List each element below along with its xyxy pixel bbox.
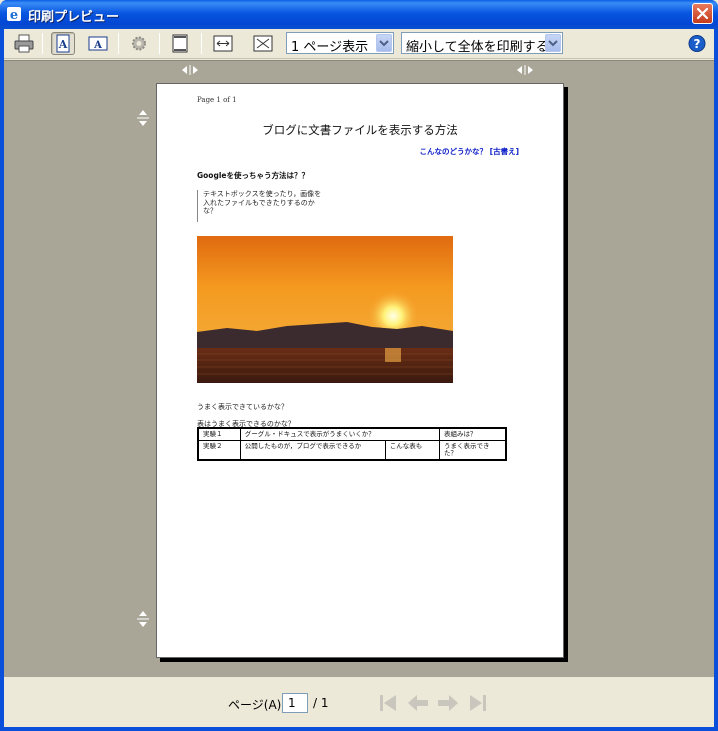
prev-page-button[interactable] <box>406 692 430 714</box>
body-text-line: うまく表示できているかな？ <box>197 403 288 411</box>
full-page-icon <box>253 35 273 52</box>
preview-area[interactable]: Page 1 of 1 ブログに文書ファイルを表示する方法 こんなのどうかな？ … <box>4 60 714 677</box>
scale-select-value: 縮小して全体を印刷する <box>406 40 549 55</box>
right-margin-handle[interactable] <box>515 65 535 78</box>
toolbar-separator <box>201 33 202 54</box>
page-total: / 1 <box>313 696 329 710</box>
full-width-icon <box>213 35 233 52</box>
chevron-down-icon[interactable] <box>376 34 392 52</box>
print-preview-window: e 印刷プレビュー A A 1 ページ表示 縮小して全体を印刷する ? Page… <box>0 0 718 731</box>
portrait-page-icon: A <box>56 34 70 53</box>
scale-select[interactable]: 縮小して全体を印刷する <box>401 32 563 55</box>
header-footer-icon <box>172 34 188 53</box>
svg-text:e: e <box>10 8 18 22</box>
toolbar-separator <box>42 33 43 54</box>
page-label: ページ(A) <box>228 698 282 712</box>
quote-box: テキストボックスを使ったり，画像を 入れたファイルもできたりするのか な？ <box>197 190 347 222</box>
document-title: ブログに文書ファイルを表示する方法 <box>262 123 458 137</box>
portrait-button[interactable]: A <box>51 32 75 55</box>
first-page-icon <box>380 695 396 711</box>
svg-text:A: A <box>93 40 102 51</box>
gear-icon <box>132 36 146 51</box>
quote-line: な？ <box>203 207 217 215</box>
next-page-button[interactable] <box>436 692 460 714</box>
table-cell: 実験２ <box>197 440 241 461</box>
quote-line: テキストボックスを使ったり，画像を <box>203 190 322 198</box>
table-cell: グーグル・ドキュスで表示がうまくいくか？ <box>239 427 441 441</box>
help-icon: ? <box>688 35 706 52</box>
quote-line: 入れたファイルもできたりするのか <box>203 198 315 207</box>
left-margin-handle[interactable] <box>180 65 200 78</box>
svg-text:A: A <box>58 38 68 51</box>
table-cell: うまく表示できた？ <box>439 440 507 461</box>
print-button[interactable] <box>12 32 36 55</box>
document-table: 実験１ グーグル・ドキュスで表示がうまくいくか？ 表組みは？ 実験２ 公開したも… <box>197 427 507 461</box>
first-page-button[interactable] <box>376 692 400 714</box>
bottom-margin-handle[interactable] <box>137 609 149 630</box>
page-navigation-bar: ページ(A) 1 / 1 <box>4 677 714 727</box>
table-cell: 表組みは？ <box>439 427 507 441</box>
top-margin-handle[interactable] <box>137 108 149 129</box>
toolbar-separator <box>118 33 119 54</box>
toolbar-separator <box>159 33 160 54</box>
ie-icon: e <box>7 7 21 22</box>
table-cell: 実験１ <box>197 427 241 441</box>
next-page-icon <box>438 695 458 711</box>
chevron-down-icon[interactable] <box>545 34 561 52</box>
close-icon <box>696 7 709 20</box>
view-select-value: 1 ページ表示 <box>291 40 369 55</box>
help-button[interactable]: ? <box>685 32 709 55</box>
printer-icon <box>14 34 34 53</box>
table-cell: こんな表も <box>384 440 441 461</box>
landscape-button[interactable]: A <box>86 32 110 55</box>
table-cell: 公開したものが，ブログで表示できるか <box>239 440 386 461</box>
document-link: こんなのどうかな？ [古書え] <box>419 147 519 156</box>
table-row: 実験２ 公開したものが，ブログで表示できるか こんな表も うまく表示できた？ <box>197 440 507 461</box>
header-footer-button[interactable] <box>168 32 192 55</box>
toolbar: A A 1 ページ表示 縮小して全体を印刷する ? <box>4 29 714 59</box>
close-button[interactable] <box>692 3 713 24</box>
page-number-input[interactable]: 1 <box>282 693 308 713</box>
svg-text:?: ? <box>694 37 701 51</box>
view-select[interactable]: 1 ページ表示 <box>286 32 394 55</box>
last-page-button[interactable] <box>466 692 490 714</box>
full-width-button[interactable] <box>211 32 235 55</box>
window-title: 印刷プレビュー <box>28 10 120 25</box>
window-client: A A 1 ページ表示 縮小して全体を印刷する ? Page 1 of 1 ブロ… <box>4 29 714 727</box>
landscape-page-icon: A <box>88 36 108 51</box>
page-setup-button[interactable] <box>127 32 151 55</box>
title-bar[interactable]: e 印刷プレビュー <box>0 0 718 29</box>
last-page-icon <box>470 695 486 711</box>
preview-page: Page 1 of 1 ブログに文書ファイルを表示する方法 こんなのどうかな？ … <box>156 83 564 658</box>
sunset-photo <box>197 236 453 383</box>
page-header: Page 1 of 1 <box>197 96 237 104</box>
table-row: 実験１ グーグル・ドキュスで表示がうまくいくか？ 表組みは？ <box>197 427 507 441</box>
section-title: Googleを使っちゃう方法は？？ <box>197 171 309 180</box>
full-page-button[interactable] <box>251 32 275 55</box>
prev-page-icon <box>408 695 428 711</box>
